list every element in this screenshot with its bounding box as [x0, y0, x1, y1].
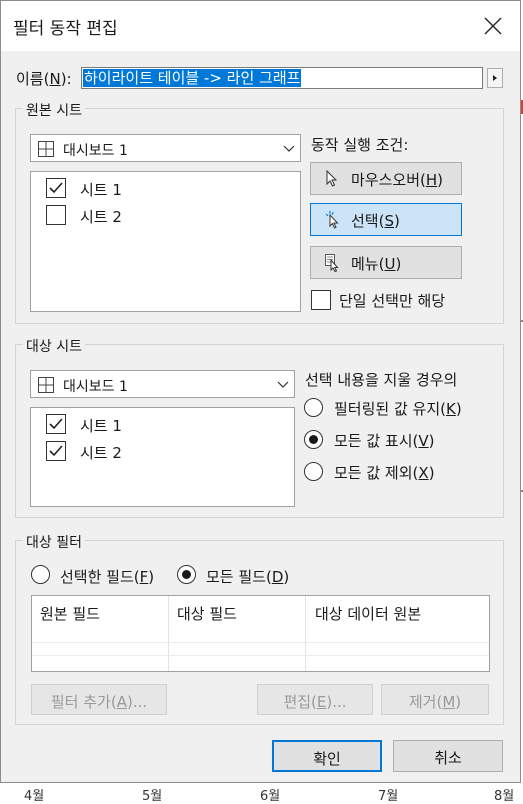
single-select-label: 단일 선택만 해당: [339, 292, 446, 310]
menu-button-label: 메뉴(U): [351, 255, 402, 273]
name-menu-button[interactable]: [487, 68, 503, 88]
select-button-label: 선택(S): [351, 212, 400, 230]
field-mapping-table: 원본 필드 대상 필드 대상 데이터 원본: [31, 595, 490, 672]
check-icon: [49, 445, 63, 457]
clear-selection-label: 선택 내용을 지울 경우의: [305, 371, 458, 389]
selected-fields-label: 선택한 필드(F): [60, 568, 155, 586]
title-bar: 필터 동작 편집: [1, 1, 520, 51]
cancel-button[interactable]: 취소: [393, 740, 503, 772]
column-divider: [305, 596, 306, 671]
hover-button-label: 마우스오버(H): [351, 171, 444, 189]
exclude-all-radio[interactable]: [304, 462, 323, 481]
name-input[interactable]: 하이라이트 테이블 -> 라인 그래프: [81, 67, 483, 89]
source-sheet-1-checkbox[interactable]: [46, 178, 66, 198]
row-divider: [32, 642, 489, 643]
selected-fields-radio[interactable]: [31, 565, 50, 584]
keep-filtered-label: 필터링된 값 유지(K): [334, 400, 462, 418]
source-sheet-2-label: 시트 2: [80, 208, 122, 226]
single-select-checkbox[interactable]: [311, 290, 331, 310]
target-sheet-2-label: 시트 2: [80, 444, 122, 462]
source-sheet-list: 시트 1 시트 2: [30, 171, 301, 312]
edit-label: 편집(E)...: [283, 693, 347, 711]
menu-cursor-icon: [325, 254, 339, 272]
name-value: 하이라이트 테이블 -> 라인 그래프: [83, 69, 302, 87]
all-fields-radio[interactable]: [177, 565, 196, 584]
menu-button[interactable]: 메뉴(U): [310, 246, 462, 279]
source-dashboard-value: 대시보드 1: [63, 143, 128, 159]
axis-tick: 8월: [494, 789, 515, 804]
cursor-icon: [326, 170, 338, 187]
target-dashboard-select[interactable]: 대시보드 1: [30, 370, 295, 398]
chevron-down-icon: [283, 145, 295, 152]
ok-button[interactable]: 확인: [272, 740, 382, 772]
ok-label: 확인: [313, 750, 341, 768]
target-sheet-2-checkbox[interactable]: [46, 441, 66, 461]
select-button[interactable]: 선택(S): [310, 203, 462, 236]
chevron-down-icon: [277, 381, 289, 388]
close-icon: [484, 17, 502, 35]
keep-filtered-radio[interactable]: [304, 398, 323, 417]
check-icon: [49, 182, 63, 194]
column-divider: [168, 596, 169, 671]
remove-label: 제거(M): [408, 693, 462, 711]
axis-tick: 6월: [260, 789, 281, 804]
target-filters-legend: 대상 필터: [23, 532, 85, 552]
column-header-target-datasource: 대상 데이터 원본: [315, 605, 422, 623]
all-fields-label: 모든 필드(D): [206, 568, 290, 586]
triangle-right-icon: [493, 75, 497, 81]
source-sheet-1-label: 시트 1: [80, 181, 122, 199]
target-dashboard-value: 대시보드 1: [63, 379, 128, 395]
target-sheets-legend: 대상 시트: [23, 336, 85, 356]
hover-button[interactable]: 마우스오버(H): [310, 162, 462, 195]
source-sheet-2-checkbox[interactable]: [46, 205, 66, 225]
cancel-label: 취소: [434, 749, 462, 767]
name-label: 이름(N):: [16, 70, 72, 88]
target-sheet-1-checkbox[interactable]: [46, 414, 66, 434]
dashboard-icon: [38, 377, 54, 393]
edit-button[interactable]: 편집(E)...: [257, 684, 373, 715]
run-action-label: 동작 실행 조건:: [311, 136, 409, 154]
target-sheet-1-label: 시트 1: [80, 417, 122, 435]
axis-tick: 5월: [142, 789, 163, 804]
add-filter-button[interactable]: 필터 추가(A)...: [31, 684, 167, 715]
axis-tick: 7월: [378, 789, 399, 804]
target-sheet-list: 시트 1 시트 2: [30, 407, 295, 507]
remove-button[interactable]: 제거(M): [381, 684, 489, 715]
show-all-label: 모든 값 표시(V): [334, 432, 435, 450]
close-button[interactable]: [475, 9, 511, 43]
add-filter-label: 필터 추가(A)...: [50, 693, 148, 711]
exclude-all-label: 모든 값 제외(X): [334, 464, 435, 482]
column-header-source-field: 원본 필드: [40, 605, 100, 623]
dialog-title: 필터 동작 편집: [13, 19, 118, 39]
source-sheets-legend: 원본 시트: [23, 100, 85, 120]
check-icon: [49, 418, 63, 430]
dashboard-icon: [38, 141, 54, 157]
show-all-radio[interactable]: [304, 430, 323, 449]
axis-tick: 4월: [24, 789, 45, 804]
filter-action-dialog: 필터 동작 편집 이름(N): 하이라이트 테이블 -> 라인 그래프 원본 시…: [0, 0, 521, 783]
source-dashboard-select[interactable]: 대시보드 1: [30, 134, 301, 162]
column-header-target-field: 대상 필드: [177, 605, 237, 623]
click-cursor-icon: [325, 211, 339, 229]
row-divider: [32, 655, 489, 656]
